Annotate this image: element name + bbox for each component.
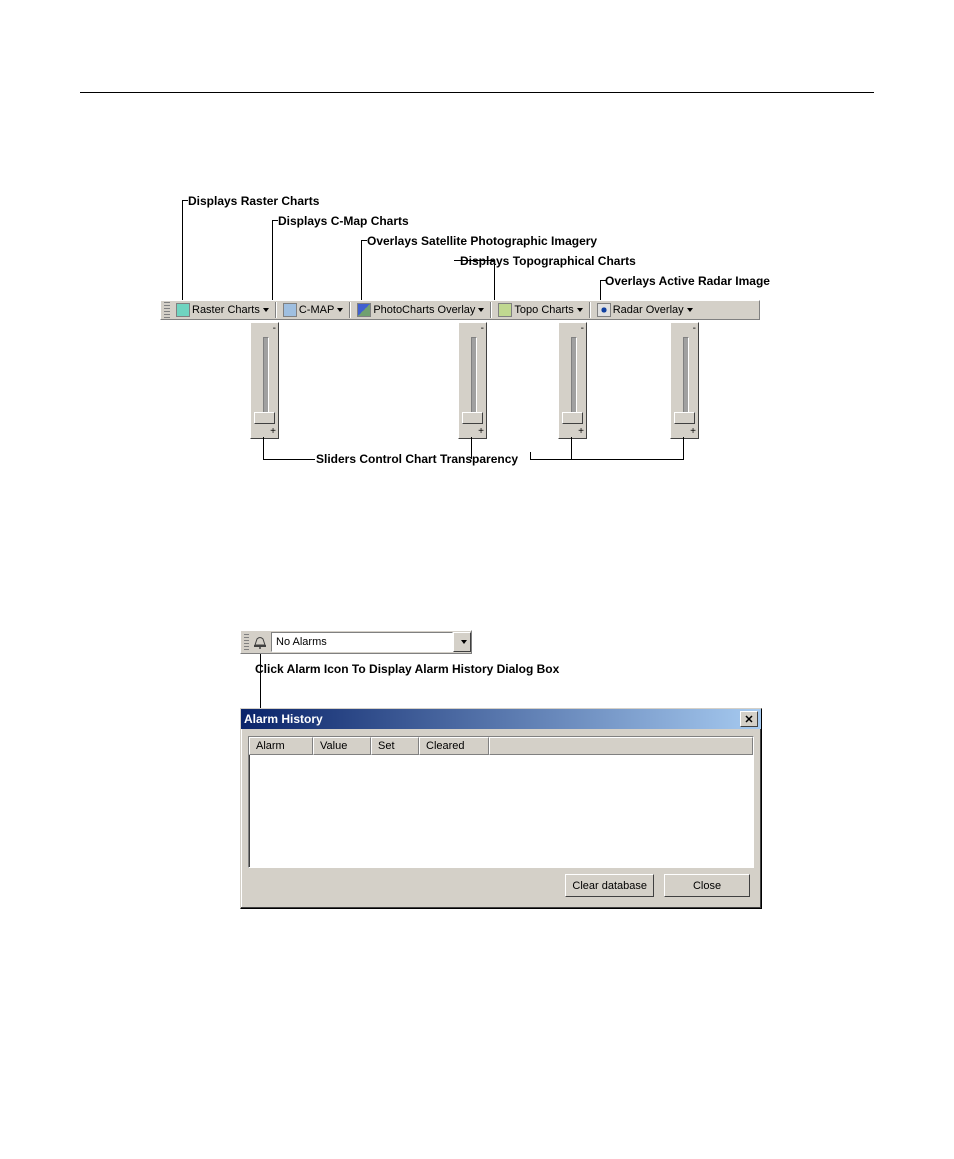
slider-track [471,337,477,424]
leader [530,452,531,460]
topo-label: Topo Charts [514,304,573,316]
alarm-history-list[interactable]: Alarm Value Set Cleared [248,736,754,868]
minus-icon: - [273,324,276,334]
radar-label: Radar Overlay [613,304,684,316]
toolbar-separator [589,302,591,318]
raster-charts-icon [176,303,190,317]
leader [272,220,278,221]
col-filler [489,737,753,755]
radar-icon [597,303,611,317]
plus-icon: + [270,427,276,437]
leader [361,240,362,300]
radar-transparency-slider[interactable]: - + [670,322,699,439]
alarm-dropdown-button[interactable] [453,632,471,652]
dropdown-arrow-icon [478,308,484,312]
toolbar-grip[interactable] [164,302,170,318]
cmap-button[interactable]: C-MAP [280,301,346,319]
leader [683,437,684,459]
slider-thumb[interactable] [462,412,483,424]
dropdown-arrow-icon [577,308,583,312]
leader [272,220,273,300]
leader [260,684,780,708]
minus-icon: - [693,324,696,334]
callout-sliders: Sliders Control Chart Transparency [316,452,518,466]
slider-track [263,337,269,424]
cmap-label: C-MAP [299,304,334,316]
callout-radar: Overlays Active Radar Image [605,274,770,288]
alarm-history-icon[interactable] [252,634,268,650]
leader [182,200,183,300]
radar-overlay-button[interactable]: Radar Overlay [594,301,696,319]
leader [571,437,572,459]
leader [182,200,188,201]
dropdown-arrow-icon [263,308,269,312]
close-icon[interactable]: ✕ [740,711,758,727]
plus-icon: + [578,427,584,437]
leader [494,260,495,300]
leader [600,280,606,281]
list-header: Alarm Value Set Cleared [249,737,753,755]
leader [530,459,684,460]
topo-charts-button[interactable]: Topo Charts [495,301,585,319]
toolbar-grip[interactable] [244,634,249,650]
leader [454,260,494,261]
alarm-figure: No Alarms Click Alarm Icon To Display Al… [240,630,780,909]
plus-icon: + [478,427,484,437]
cmap-icon [283,303,297,317]
col-value[interactable]: Value [313,737,371,755]
alarm-status-field: No Alarms [271,632,453,652]
leader [263,459,315,460]
callout-raster: Displays Raster Charts [188,194,319,208]
photocharts-label: PhotoCharts Overlay [373,304,475,316]
topo-icon [498,303,512,317]
minus-icon: - [481,324,484,334]
toolbar-separator [490,302,492,318]
leader [600,280,601,300]
dialog-button-row: Clear database Close [248,868,754,901]
dialog-body: Alarm Value Set Cleared Clear database C… [241,729,761,908]
dropdown-arrow-icon [461,640,467,644]
close-button[interactable]: Close [664,874,750,897]
alarm-status-text: No Alarms [276,636,327,648]
callout-topo: Displays Topographical Charts [460,254,636,268]
slider-track [683,337,689,424]
topo-transparency-slider[interactable]: - + [558,322,587,439]
alarms-toolbar: No Alarms [240,630,472,654]
callout-cmap: Displays C-Map Charts [278,214,409,228]
col-cleared[interactable]: Cleared [419,737,489,755]
toolbar-separator [275,302,277,318]
callout-alarm-icon: Click Alarm Icon To Display Alarm Histor… [255,662,780,676]
leader [263,437,264,459]
slider-thumb[interactable] [674,412,695,424]
raster-charts-button[interactable]: Raster Charts [173,301,272,319]
photo-transparency-slider[interactable]: - + [458,322,487,439]
raster-transparency-slider[interactable]: - + [250,322,279,439]
slider-thumb[interactable] [254,412,275,424]
photocharts-button[interactable]: PhotoCharts Overlay [354,301,487,319]
photocharts-icon [357,303,371,317]
chart-toolbar-figure: Displays Raster Charts Displays C-Map Ch… [160,190,760,490]
callout-photo: Overlays Satellite Photographic Imagery [367,234,597,248]
col-set[interactable]: Set [371,737,419,755]
minus-icon: - [581,324,584,334]
chart-type-toolbar: Raster Charts C-MAP PhotoCharts Overlay … [160,300,760,320]
header-rule [80,92,874,93]
dropdown-arrow-icon [337,308,343,312]
alarm-history-dialog: Alarm History ✕ Alarm Value Set Cleared … [240,708,762,909]
raster-charts-label: Raster Charts [192,304,260,316]
slider-thumb[interactable] [562,412,583,424]
dropdown-arrow-icon [687,308,693,312]
plus-icon: + [690,427,696,437]
col-alarm[interactable]: Alarm [249,737,313,755]
dialog-titlebar[interactable]: Alarm History ✕ [241,709,761,729]
leader [361,240,367,241]
dialog-title: Alarm History [244,712,323,726]
clear-database-button[interactable]: Clear database [565,874,654,897]
slider-track [571,337,577,424]
toolbar-separator [349,302,351,318]
